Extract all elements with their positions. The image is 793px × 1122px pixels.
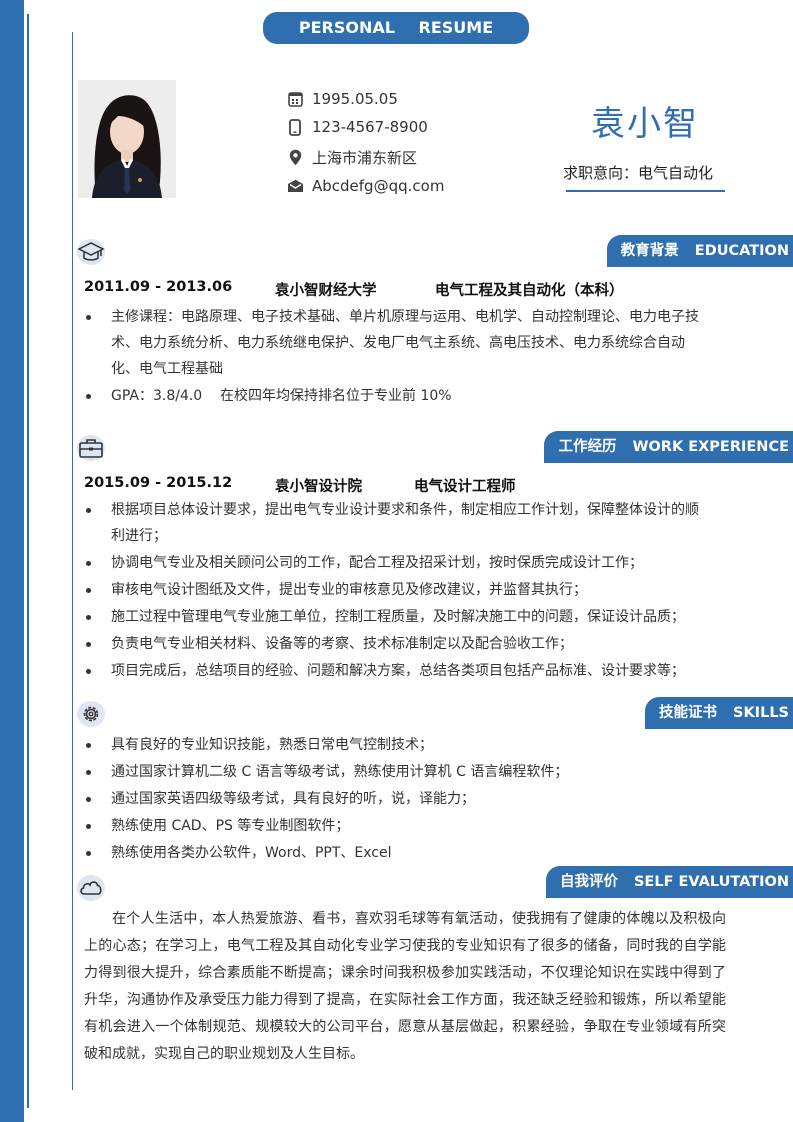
calendar-icon	[286, 90, 304, 108]
list-item: 协调电气专业及相关顾问公司的工作，配合工程及招采计划，按时保质完成设计工作；	[84, 550, 709, 576]
work-period: 2015.09 - 2015.12	[84, 475, 233, 491]
list-item: 审核电气设计图纸及文件，提出专业的审核意见及修改建议，并监督其执行；	[84, 577, 709, 603]
education-section-tag: 教育背景 EDUCATION	[606, 235, 793, 267]
education-list: 主修课程：电路原理、电子技术基础、单片机原理与运用、电机学、自动控制理论、电力电…	[84, 304, 709, 410]
candidate-name: 袁小智	[591, 104, 699, 144]
list-item: GPA：3.8/4.0 在校四年均保持排名位于专业前 10%	[84, 383, 709, 409]
work-tag-cn: 工作经历	[558, 439, 617, 455]
list-item: 熟练使用 CAD、PS 等专业制图软件；	[84, 813, 709, 839]
skills-tag-cn: 技能证书	[659, 705, 717, 721]
education-tag-cn: 教育背景	[620, 243, 679, 259]
profile-photo	[78, 80, 176, 198]
education-tag-en: EDUCATION	[694, 243, 789, 259]
phone-number: 123-4567-8900	[312, 118, 428, 136]
list-item: 项目完成后，总结项目的经验、问题和解决方案，总结各类项目包括产品标准、设计要求等…	[84, 658, 709, 684]
email: Abcdefg@qq.com	[312, 177, 445, 195]
self-eval-section-tag: 自我评价 SELF EVALUTATION	[545, 866, 793, 898]
list-item: 施工过程中管理电气专业施工单位，控制工程质量，及时解决施工中的问题，保证设计品质…	[84, 604, 709, 630]
work-tag-en: WORK EXPERIENCE	[632, 439, 789, 455]
phone-row: 123-4567-8900	[286, 115, 428, 139]
skills-section-tag: 技能证书 SKILLS	[645, 697, 793, 729]
graduation-cap-icon	[76, 238, 105, 265]
birth-row: 1995.05.05	[286, 87, 398, 111]
work-position: 电气设计工程师	[414, 479, 516, 495]
self-eval-text: 在个人生活中，本人热爱旅游、看书，喜欢羽毛球等有氧活动，使我拥有了健康的体魄以及…	[84, 911, 726, 1062]
list-item: 根据项目总体设计要求，提出电气专业设计要求和条件，制定相应工作计划，保障整体设计…	[84, 497, 709, 549]
list-item: 通过国家英语四级等级考试，具有良好的听，说，译能力；	[84, 786, 709, 812]
list-item: 负责电气专业相关材料、设备等的考察、技术标准制定以及配合验收工作；	[84, 631, 709, 657]
resume-banner: PERSONAL RESUME	[263, 12, 529, 44]
skills-tag-en: SKILLS	[733, 705, 789, 721]
self-eval-tag-cn: 自我评价	[559, 874, 618, 890]
list-item: 通过国家计算机二级 C 语言等级考试，熟练使用计算机 C 语言编程软件；	[84, 759, 709, 785]
job-underline	[566, 190, 725, 192]
education-school: 袁小智财经大学	[275, 283, 377, 299]
cloud-icon	[76, 874, 105, 901]
list-item: 具有良好的专业知识技能，熟悉日常电气控制技术；	[84, 732, 709, 758]
left-accent-line	[27, 14, 29, 1108]
banner-left: PERSONAL	[298, 18, 395, 37]
location-pin-icon	[286, 148, 304, 166]
email-row: Abcdefg@qq.com	[286, 174, 444, 198]
address-row: 上海市浦东新区	[286, 145, 417, 169]
phone-icon	[286, 118, 304, 136]
banner-right: RESUME	[418, 18, 494, 37]
list-item: 熟练使用各类办公软件，Word、PPT、Excel	[84, 840, 709, 866]
left-accent-bar	[0, 0, 24, 1122]
self-eval-tag-en: SELF EVALUTATION	[633, 874, 789, 890]
timeline-divider	[72, 32, 73, 1090]
briefcase-icon	[76, 434, 105, 461]
work-list: 根据项目总体设计要求，提出电气专业设计要求和条件，制定相应工作计划，保障整体设计…	[84, 497, 709, 685]
job-intention: 求职意向：电气自动化	[563, 164, 714, 182]
list-item: 主修课程：电路原理、电子技术基础、单片机原理与运用、电机学、自动控制理论、电力电…	[84, 304, 709, 382]
mail-icon	[286, 177, 304, 195]
address: 上海市浦东新区	[312, 148, 418, 167]
education-major: 电气工程及其自动化（本科）	[435, 283, 624, 299]
work-section-tag: 工作经历 WORK EXPERIENCE	[544, 431, 793, 463]
gear-icon	[76, 700, 105, 727]
birth-date: 1995.05.05	[312, 90, 398, 108]
education-period: 2011.09 - 2013.06	[84, 279, 233, 295]
skills-list: 具有良好的专业知识技能，熟悉日常电气控制技术； 通过国家计算机二级 C 语言等级…	[84, 732, 709, 867]
work-company: 袁小智设计院	[275, 479, 362, 495]
